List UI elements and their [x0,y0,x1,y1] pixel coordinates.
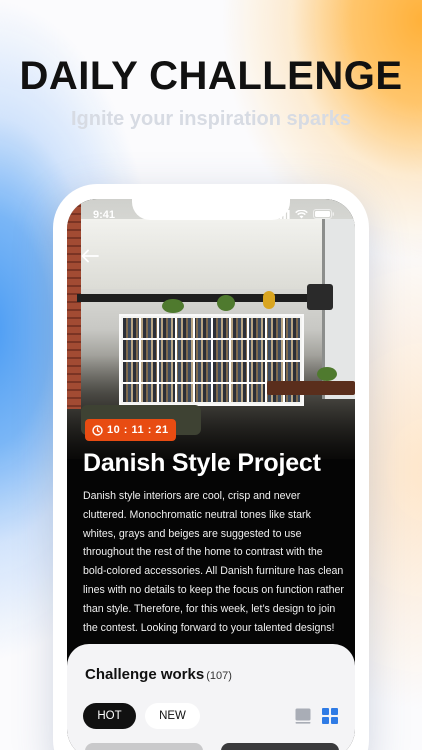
project-description: Danish style interiors are cool, crisp a… [83,490,344,634]
back-arrow-icon[interactable] [81,247,103,267]
battery-icon [313,209,334,219]
countdown-timer: 10 : 11 : 21 [85,419,176,441]
wifi-icon [295,209,308,218]
clock-icon [92,424,103,436]
challenge-works-panel: Challenge works (107) HOT NEW [67,644,355,750]
grid-view-icon[interactable] [322,708,338,724]
timer-value: 10 : 11 : 21 [107,424,169,436]
works-title: Challenge works [85,666,205,683]
tab-hot[interactable]: HOT [83,703,136,729]
phone-screen: 9:41 10: 11: 21 Danish Style Project D… [67,199,355,750]
hero-subtitle: Ignite your inspiration sparks [70,108,352,130]
works-count: (107) [206,670,232,682]
works-heading: Challenge works (107) [85,666,232,683]
work-thumbnail[interactable] [85,743,203,750]
list-view-icon[interactable] [295,708,311,724]
project-title: Danish Style Project [83,449,321,477]
phone-notch [132,188,290,220]
work-thumbnail[interactable] [221,743,339,750]
hero-title: DAILY CHALLENGE [19,54,403,98]
status-time: 9:41 [93,209,116,221]
tab-new[interactable]: NEW [145,703,200,729]
